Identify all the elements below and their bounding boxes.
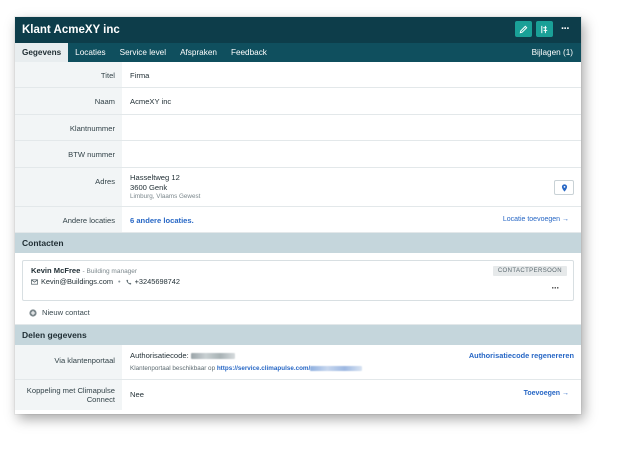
tab-feedback[interactable]: Feedback <box>224 43 274 62</box>
address-region: Limburg, Vlaams Gewest <box>130 193 201 200</box>
address-street: Hasseltweg 12 <box>130 173 180 182</box>
envelope-icon <box>31 278 38 285</box>
field-label: Koppeling met Climapulse Connect <box>15 380 122 410</box>
field-value-andere-locaties: 6 andere locaties. Locatie toevoegen → <box>122 207 581 232</box>
field-value-klantnummer <box>122 115 581 140</box>
new-contact-label: Nieuw contact <box>42 308 90 317</box>
contact-email[interactable]: Kevin@Buildings.com <box>41 277 113 286</box>
koppeling-label-line2: Connect <box>86 395 115 404</box>
more-menu-button[interactable]: ··· <box>557 21 573 37</box>
new-contact-button[interactable]: Nieuw contact <box>29 308 90 317</box>
contact-role: - Building manager <box>82 268 138 275</box>
field-row-klantenportaal: Via klantenportaal Authorisatiecode: Kla… <box>15 345 581 380</box>
koppeling-value: Nee <box>130 390 144 399</box>
contact-name: Kevin McFree <box>31 266 81 275</box>
contact-details: Kevin@Buildings.com • +3245698742 <box>31 277 565 286</box>
field-row-andere-locaties: Andere locaties 6 andere locaties. Locat… <box>15 207 581 233</box>
page-title: Klant AcmeXY inc <box>22 24 120 36</box>
add-connect-link[interactable]: Toevoegen → <box>524 390 569 397</box>
address-city: 3600 Genk <box>130 182 168 192</box>
phone-icon <box>126 279 131 285</box>
field-value-koppeling: Nee Toevoegen → <box>122 380 581 410</box>
field-row-adres: Adres Hasseltweg 12 3600 Genk Limburg, V… <box>15 168 581 207</box>
field-row-btw: BTW nummer <box>15 141 581 168</box>
window-header: Klant AcmeXY inc ··· <box>15 17 581 43</box>
customer-window: Klant AcmeXY inc ··· Gegevens Locaties S… <box>15 17 581 414</box>
field-row-klantnummer: Klantnummer <box>15 115 581 141</box>
portal-url-link[interactable]: https://service.climapulse.com/ <box>217 365 310 372</box>
auth-code-label: Authorisatiecode: <box>130 351 189 360</box>
field-label: Adres <box>15 168 122 206</box>
contact-name-line: Kevin McFree - Building manager <box>31 266 565 275</box>
tab-service-level[interactable]: Service level <box>113 43 173 62</box>
field-value-naam: AcmeXY inc <box>130 97 172 106</box>
contact-more-button[interactable]: ··· <box>552 283 560 293</box>
field-label: BTW nummer <box>15 141 122 167</box>
other-locations-link[interactable]: 6 andere locaties. <box>130 216 194 225</box>
section-contacten-header: Contacten <box>15 233 581 253</box>
field-value-adres: Hasseltweg 12 3600 Genk Limburg, Vlaams … <box>122 168 581 206</box>
plus-circle-icon <box>29 308 37 317</box>
contact-card[interactable]: Kevin McFree - Building manager Kevin@Bu… <box>22 260 574 301</box>
auth-code-redacted <box>190 353 235 359</box>
filter-button[interactable] <box>536 21 553 37</box>
koppeling-label-line1: Koppeling met Climapulse <box>26 386 115 395</box>
field-row-koppeling: Koppeling met Climapulse Connect Nee Toe… <box>15 380 581 410</box>
field-value-titel: Firma <box>130 71 150 80</box>
field-row-naam: Naam AcmeXY inc <box>15 88 581 115</box>
field-label: Titel <box>15 62 122 87</box>
attachments-link[interactable]: Bijlagen (1) <box>532 43 573 62</box>
contactperson-badge: CONTACTPERSOON <box>492 266 567 276</box>
portal-url-line: Klantenportaal beschikbaar op https://se… <box>130 365 581 372</box>
edit-button[interactable] <box>515 21 532 37</box>
field-label: Andere locaties <box>15 207 122 232</box>
separator-dot: • <box>118 277 121 286</box>
new-contact-row: Nieuw contact <box>15 301 581 325</box>
map-pin-icon <box>561 183 567 192</box>
field-label: Klantnummer <box>15 115 122 140</box>
tab-locaties[interactable]: Locaties <box>68 43 113 62</box>
section-delen-header: Delen gegevens <box>15 325 581 345</box>
field-label: Naam <box>15 88 122 114</box>
field-label: Via klantenportaal <box>15 345 122 379</box>
portal-url-redacted <box>310 365 363 371</box>
regenerate-code-link[interactable]: Authorisatiecode regenereren <box>469 351 574 360</box>
contact-phone[interactable]: +3245698742 <box>135 277 180 286</box>
tab-gegevens[interactable]: Gegevens <box>15 43 69 62</box>
field-value-klantenportaal: Authorisatiecode: Klantenportaal beschik… <box>122 345 581 379</box>
portal-available-text: Klantenportaal beschikbaar op <box>130 365 216 372</box>
sliders-icon <box>541 25 548 33</box>
pencil-icon <box>519 25 528 33</box>
field-row-titel: Titel Firma <box>15 62 581 88</box>
add-location-link[interactable]: Locatie toevoegen → <box>503 216 569 223</box>
tab-bar: Gegevens Locaties Service level Afsprake… <box>15 43 581 62</box>
tab-afspraken[interactable]: Afspraken <box>173 43 224 62</box>
header-actions: ··· <box>515 21 573 37</box>
map-location-button[interactable] <box>554 180 574 195</box>
field-value-btw <box>122 141 581 167</box>
